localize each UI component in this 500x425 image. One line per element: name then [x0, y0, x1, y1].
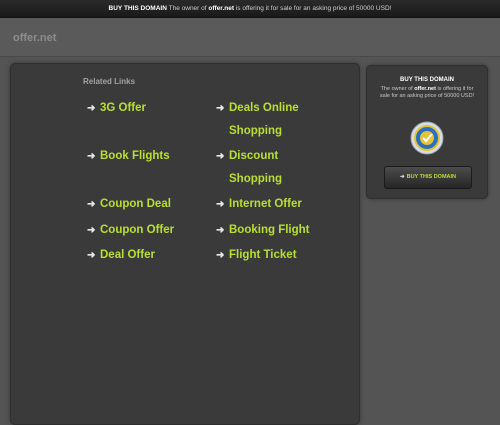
link-label: Flight Ticket: [229, 249, 297, 261]
link-booking-flight[interactable]: ➜ Booking Flight: [216, 219, 309, 242]
link-coupon-offer[interactable]: ➜ Coupon Offer: [87, 219, 174, 242]
arrow-right-icon: ➜: [87, 151, 96, 162]
buy-domain-title: BUY THIS DOMAIN: [400, 77, 454, 83]
link-label-line2: Shopping: [229, 173, 283, 185]
link-label: Internet Offer: [229, 198, 302, 210]
link-label: Deal Offer: [100, 249, 155, 261]
verified-seal-icon: [410, 121, 444, 155]
buy-domain-description: The owner of offer.net is offering it fo…: [375, 86, 479, 100]
link-label: Booking Flight: [229, 224, 310, 236]
top-banner-label: BUY THIS DOMAIN: [108, 5, 167, 12]
link-internet-offer[interactable]: ➜ Internet Offer: [216, 193, 302, 216]
header: offer.net: [0, 18, 500, 57]
top-banner-text-after: is offering it for sale for an asking pr…: [235, 5, 392, 12]
arrow-right-icon: ➜: [87, 103, 96, 114]
link-label: Discount: [229, 150, 279, 162]
link-label: Coupon Deal: [100, 198, 171, 210]
arrow-right-icon: ➜: [216, 151, 225, 162]
buy-domain-button-label: BUY THIS DOMAIN: [406, 174, 456, 180]
buy-domain-button[interactable]: ➜ BUY THIS DOMAIN: [384, 166, 472, 189]
link-label-line2: Shopping: [229, 125, 283, 137]
arrow-right-icon: ➜: [87, 225, 96, 236]
related-links-title: Related Links: [83, 77, 136, 86]
link-label: Coupon Offer: [100, 224, 175, 236]
top-banner-text-before: The owner of: [168, 5, 207, 12]
site-logo[interactable]: offer.net: [13, 32, 56, 44]
buy-domain-panel: BUY THIS DOMAIN The owner of offer.net i…: [366, 65, 488, 199]
link-deals-online-shopping[interactable]: ➜ Deals Online Shopping: [216, 97, 299, 143]
arrow-right-icon: ➜: [216, 103, 225, 114]
arrow-right-icon: ➜: [87, 250, 96, 261]
top-banner-domain: offer.net: [208, 5, 235, 12]
arrow-right-icon: ➜: [216, 225, 225, 236]
side-domain: offer.net: [414, 86, 436, 92]
link-coupon-deal[interactable]: ➜ Coupon Deal: [87, 193, 171, 216]
arrow-right-icon: ➜: [87, 199, 96, 210]
link-label: Deals Online: [229, 102, 299, 114]
top-banner: BUY THIS DOMAIN The owner of offer.net i…: [0, 0, 500, 18]
arrow-right-icon: ➜: [216, 199, 225, 210]
link-discount-shopping[interactable]: ➜ Discount Shopping: [216, 145, 282, 191]
related-links-panel: Related Links ➜ 3G Offer ➜ Deals Online Sho…: [10, 63, 360, 425]
link-deal-offer[interactable]: ➜ Deal Offer: [87, 244, 155, 267]
arrow-right-icon: ➜: [399, 174, 405, 180]
link-label: 3G Offer: [100, 102, 147, 114]
link-flight-ticket[interactable]: ➜ Flight Ticket: [216, 244, 297, 267]
arrow-right-icon: ➜: [216, 250, 225, 261]
link-label: Book Flights: [100, 150, 170, 162]
link-3g-offer[interactable]: ➜ 3G Offer: [87, 97, 146, 120]
side-text-before: The owner of: [380, 86, 413, 92]
link-book-flights[interactable]: ➜ Book Flights: [87, 145, 170, 168]
